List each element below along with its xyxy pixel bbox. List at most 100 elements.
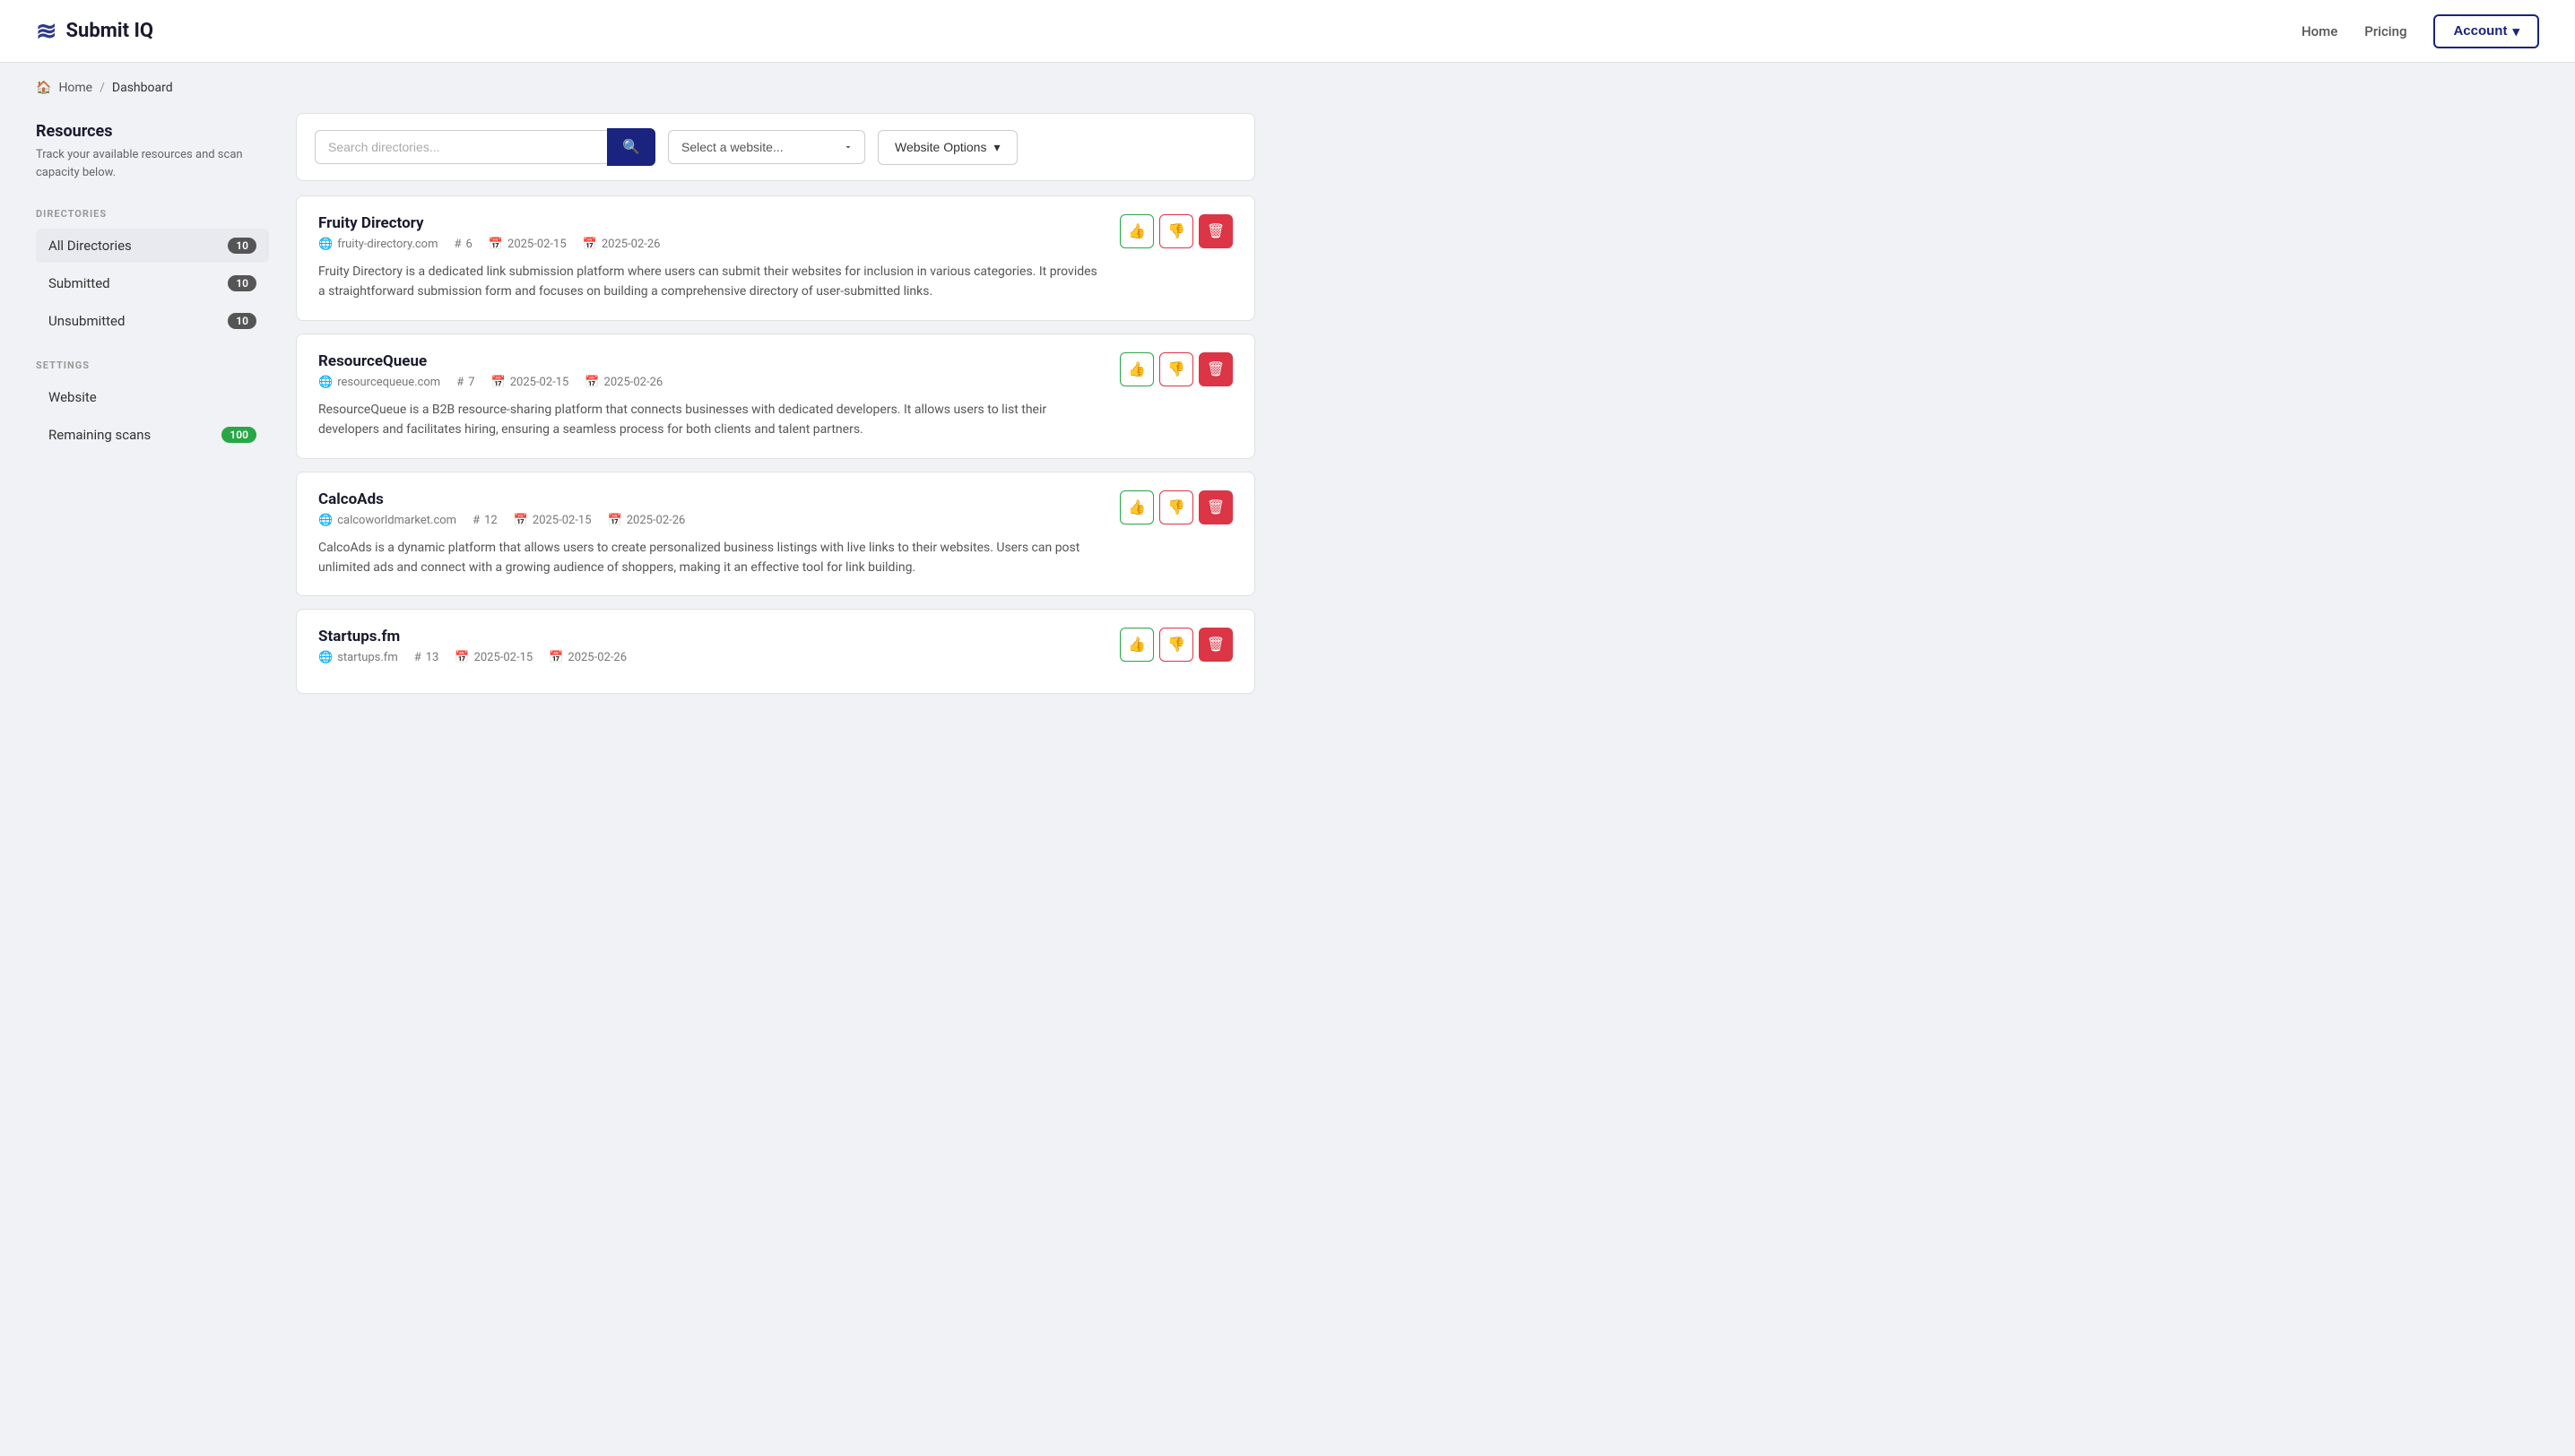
approve-button-0[interactable]: 👍 [1120,214,1154,248]
domain-icon-0: 🌐 [318,238,333,251]
card-meta-2: 🌐 calcoworldmarket.com # 12 📅 2025-02-15… [318,514,1102,527]
directory-card: CalcoAds 🌐 calcoworldmarket.com # 12 📅 2… [296,472,1255,597]
cal-icon2-0: 📅 [583,238,597,251]
website-options-chevron: ▾ [993,140,1000,155]
card-title-0: Fruity Directory [318,214,1102,232]
hash-icon-3: # [414,651,421,664]
card-body-2: CalcoAds 🌐 calcoworldmarket.com # 12 📅 2… [318,490,1102,578]
content-area: 🔍 Select a website... Website Options ▾ … [296,113,1255,706]
reject-button-1[interactable]: 👎 [1159,352,1193,386]
card-domain-0: 🌐 fruity-directory.com [318,238,438,251]
reject-button-3[interactable]: 👎 [1159,628,1193,662]
card-domain-2: 🌐 calcoworldmarket.com [318,514,456,527]
card-domain-1: 🌐 resourcequeue.com [318,376,440,389]
directory-card: Startups.fm 🌐 startups.fm # 13 📅 2025-02… [296,609,1255,694]
search-button[interactable]: 🔍 [607,128,655,166]
nav-home[interactable]: Home [2302,23,2337,39]
delete-button-3[interactable]: 🗑 [1199,628,1233,662]
settings-section-label: SETTINGS [36,342,269,380]
card-desc-1: ResourceQueue is a B2B resource-sharing … [318,400,1102,440]
submitted-label: Submitted [48,275,110,291]
nav-pricing[interactable]: Pricing [2364,23,2406,39]
domain-icon-3: 🌐 [318,651,333,664]
breadcrumb-current: Dashboard [112,81,173,95]
home-icon: 🏠 [36,81,51,95]
brand-icon: ≋ [36,16,56,46]
hash-icon-2: # [473,514,480,527]
card-date2-1: 📅 2025-02-26 [585,376,663,389]
card-body-0: Fruity Directory 🌐 fruity-directory.com … [318,214,1102,302]
search-icon: 🔍 [622,138,640,156]
website-label: Website [48,389,97,405]
approve-button-1[interactable]: 👍 [1120,352,1154,386]
card-meta-0: 🌐 fruity-directory.com # 6 📅 2025-02-15 … [318,238,1102,251]
resources-desc: Track your available resources and scan … [36,146,269,181]
search-input[interactable] [315,130,607,164]
cal-icon2-2: 📅 [608,514,622,527]
navbar-links: Home Pricing Account ▾ [2302,14,2539,48]
unsubmitted-label: Unsubmitted [48,313,125,329]
card-actions-1: 👍 👎 🗑 [1120,352,1233,386]
all-directories-label: All Directories [48,238,132,254]
cal-icon1-1: 📅 [491,376,506,389]
delete-button-1[interactable]: 🗑 [1199,352,1233,386]
cal-icon1-0: 📅 [489,238,503,251]
card-date2-0: 📅 2025-02-26 [583,238,661,251]
card-title-1: ResourceQueue [318,352,1102,370]
delete-button-2[interactable]: 🗑 [1199,490,1233,524]
card-meta-3: 🌐 startups.fm # 13 📅 2025-02-15 📅 2025-0… [318,651,1102,664]
sidebar-item-remaining-scans[interactable]: Remaining scans 100 [36,418,269,452]
cal-icon2-1: 📅 [585,376,599,389]
approve-button-2[interactable]: 👍 [1120,490,1154,524]
search-wrapper: 🔍 [315,128,655,166]
breadcrumb-home[interactable]: Home [58,81,92,95]
domain-icon-2: 🌐 [318,514,333,527]
cal-icon1-3: 📅 [455,651,469,664]
domain-icon-1: 🌐 [318,376,333,389]
brand-name: Submit IQ [65,20,153,42]
card-desc-2: CalcoAds is a dynamic platform that allo… [318,538,1102,578]
card-title-3: Startups.fm [318,628,1102,646]
toolbar: 🔍 Select a website... Website Options ▾ [296,113,1255,181]
directory-list: Fruity Directory 🌐 fruity-directory.com … [296,195,1255,694]
sidebar-item-all-directories[interactable]: All Directories 10 [36,229,269,263]
remaining-scans-label: Remaining scans [48,427,151,443]
cal-icon1-2: 📅 [514,514,528,527]
card-title-2: CalcoAds [318,490,1102,508]
account-button[interactable]: Account ▾ [2433,14,2539,48]
card-date1-2: 📅 2025-02-15 [514,514,592,527]
card-number-1: # 7 [456,376,474,389]
account-label: Account [2453,23,2507,39]
card-meta-1: 🌐 resourcequeue.com # 7 📅 2025-02-15 📅 2… [318,376,1102,389]
all-directories-badge: 10 [228,238,256,254]
card-body-3: Startups.fm 🌐 startups.fm # 13 📅 2025-02… [318,628,1102,675]
remaining-scans-badge: 100 [221,427,256,443]
reject-button-2[interactable]: 👎 [1159,490,1193,524]
directories-section-label: DIRECTORIES [36,190,269,229]
unsubmitted-badge: 10 [228,313,256,329]
submitted-badge: 10 [228,275,256,291]
reject-button-0[interactable]: 👎 [1159,214,1193,248]
main-layout: Resources Track your available resources… [0,104,1291,742]
navbar: ≋ Submit IQ Home Pricing Account ▾ [0,0,2575,63]
approve-button-3[interactable]: 👍 [1120,628,1154,662]
website-select[interactable]: Select a website... [668,130,865,164]
delete-button-0[interactable]: 🗑 [1199,214,1233,248]
sidebar-item-submitted[interactable]: Submitted 10 [36,266,269,300]
sidebar-item-website[interactable]: Website [36,380,269,414]
card-body-1: ResourceQueue 🌐 resourcequeue.com # 7 📅 … [318,352,1102,440]
sidebar: Resources Track your available resources… [36,113,269,706]
website-options-label: Website Options [895,140,986,154]
card-domain-3: 🌐 startups.fm [318,651,398,664]
hash-icon-0: # [455,238,462,251]
card-actions-0: 👍 👎 🗑 [1120,214,1233,248]
card-date2-2: 📅 2025-02-26 [608,514,686,527]
card-desc-0: Fruity Directory is a dedicated link sub… [318,262,1102,302]
brand-logo[interactable]: ≋ Submit IQ [36,16,153,46]
sidebar-item-unsubmitted[interactable]: Unsubmitted 10 [36,304,269,338]
card-date2-3: 📅 2025-02-26 [549,651,627,664]
card-date1-0: 📅 2025-02-15 [489,238,567,251]
card-actions-2: 👍 👎 🗑 [1120,490,1233,524]
cal-icon2-3: 📅 [549,651,563,664]
website-options-button[interactable]: Website Options ▾ [878,130,1018,165]
